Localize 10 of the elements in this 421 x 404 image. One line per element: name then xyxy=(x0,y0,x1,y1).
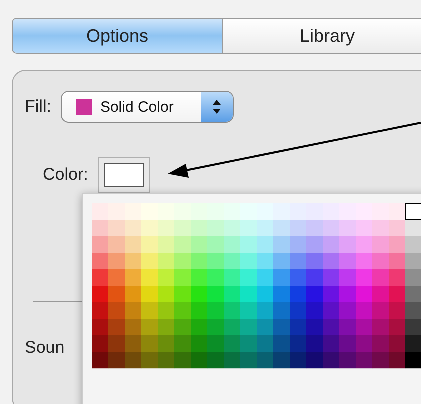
fill-popup[interactable]: Solid Color xyxy=(61,91,234,123)
stepper-icon xyxy=(213,100,222,114)
color-label: Color: xyxy=(43,165,88,185)
color-grid-drawing[interactable] xyxy=(92,203,421,369)
color-swatch-icon xyxy=(76,99,92,115)
tab[interactable]: Options xyxy=(13,19,223,53)
fill-label: Fill: xyxy=(25,97,52,117)
sound-label: Soun xyxy=(25,338,65,357)
color-well[interactable] xyxy=(98,157,150,193)
tab[interactable]: Library xyxy=(223,19,421,53)
